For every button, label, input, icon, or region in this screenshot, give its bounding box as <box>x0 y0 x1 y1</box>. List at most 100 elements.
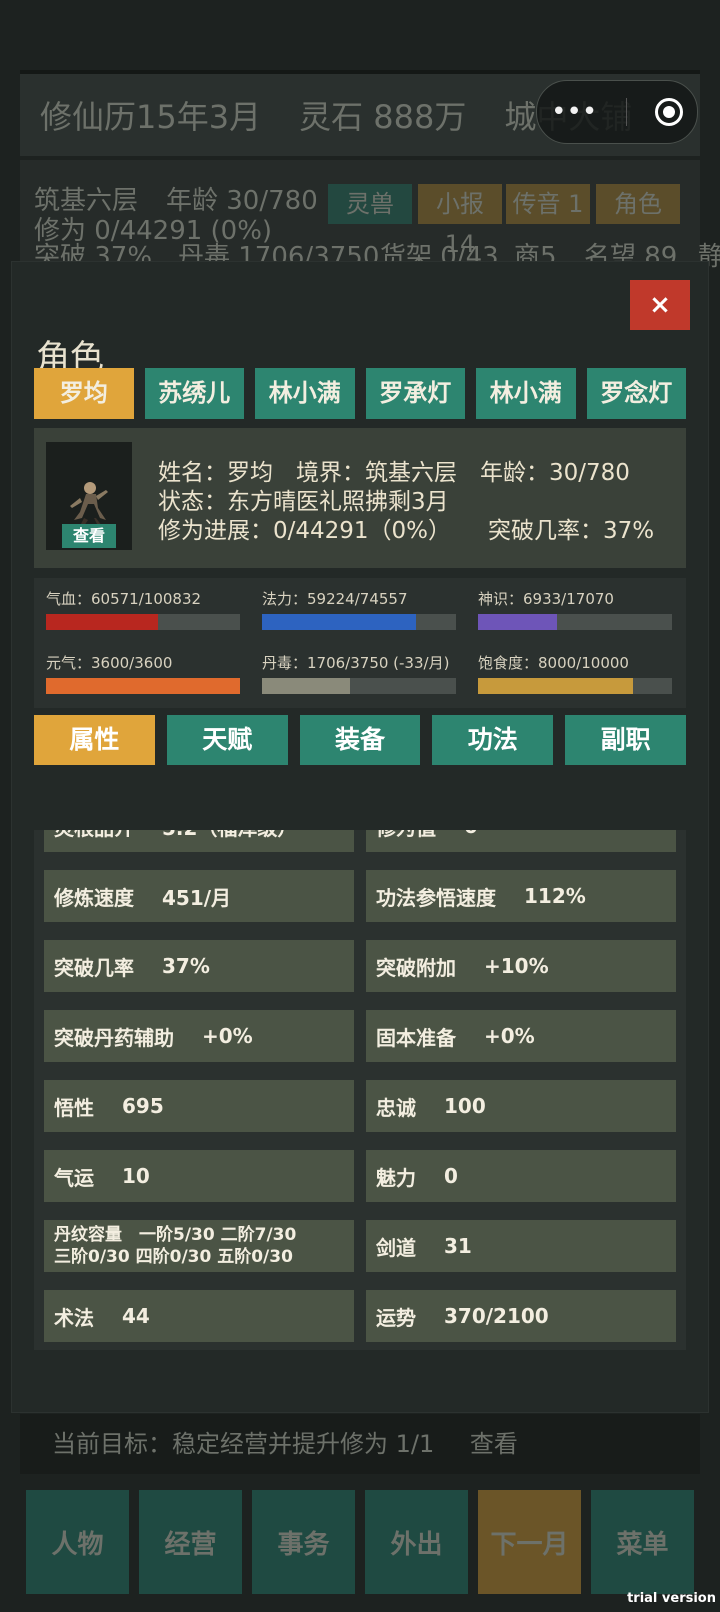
attribute-value: 100 <box>444 1094 486 1118</box>
trial-watermark: trial version <box>627 1591 716 1606</box>
character-tabs: 罗均 苏绣儿 林小满 罗承灯 林小满 罗念灯 <box>34 368 686 419</box>
attribute-cell: 突破几率 37% <box>44 940 354 992</box>
attribute-cell: 术法 44 <box>44 1290 354 1342</box>
attribute-value: 31 <box>444 1234 472 1258</box>
resource-bar-track <box>262 678 456 694</box>
close-button[interactable]: × <box>630 280 690 330</box>
attribute-row: 突破几率 37% 突破附加 +10% <box>34 934 686 996</box>
attribute-key: 灵根品介 <box>54 830 134 841</box>
character-tab-3[interactable]: 林小满 <box>255 368 355 419</box>
attribute-value: 5.2（福泽级） <box>162 830 297 841</box>
message-button[interactable]: 传音 1 <box>506 184 590 224</box>
goal-text: 当前目标：稳定经营并提升修为 1/1 <box>52 1430 435 1458</box>
attribute-key: 剑道 <box>376 1235 416 1260</box>
attribute-key: 功法参悟速度 <box>376 885 496 910</box>
attribute-key: 修炼速度 <box>54 885 134 910</box>
attribute-value: 451/月 <box>162 885 232 910</box>
attribute-cell: 突破丹药辅助 +0% <box>44 1010 354 1062</box>
attribute-row: 修炼速度 451/月 功法参悟速度 112% <box>34 864 686 926</box>
nav-affairs[interactable]: 事务 <box>252 1490 355 1594</box>
resource-bar-fill <box>478 678 633 694</box>
attribute-text: 三阶0/30 四阶0/30 五阶0/30 <box>54 1247 293 1267</box>
attribute-text: 丹纹容量 一阶5/30 二阶7/30 <box>54 1225 297 1245</box>
info-progress: 修为进展：0/44291（0%） <box>158 518 452 544</box>
attribute-value: +10% <box>484 954 549 978</box>
character-tab-6[interactable]: 罗念灯 <box>586 368 686 419</box>
resource-bar-label: 丹毒：1706/3750 (-33/月) <box>262 654 450 672</box>
capsule-divider <box>625 98 627 126</box>
nav-business[interactable]: 经营 <box>139 1490 242 1594</box>
beast-button[interactable]: 灵兽 <box>328 184 412 224</box>
sub-tabs: 属性 天赋 装备 功法 副职 <box>34 715 686 765</box>
attribute-value: 37% <box>162 954 210 978</box>
tab-techniques[interactable]: 功法 <box>432 715 554 765</box>
resource-bar-label: 元气：3600/3600 <box>46 654 173 672</box>
attribute-value: +0% <box>202 1024 253 1048</box>
attribute-value: 0 <box>444 1164 458 1188</box>
resource-bar-track <box>478 678 672 694</box>
goal-bar: 当前目标：稳定经营并提升修为 1/1 查看 <box>20 1414 700 1474</box>
attribute-key: 突破几率 <box>54 955 134 980</box>
tab-equipment[interactable]: 装备 <box>299 715 421 765</box>
attribute-key: 修为值 <box>376 830 436 841</box>
bottom-nav: 人物 经营 事务 外出 下一月 菜单 <box>26 1490 694 1594</box>
resource-bar-fill <box>262 614 416 630</box>
attribute-value: 112% <box>524 884 586 908</box>
nav-character[interactable]: 人物 <box>26 1490 129 1594</box>
attribute-key: 突破附加 <box>376 955 456 980</box>
attribute-value: 370/2100 <box>444 1304 549 1328</box>
resource-bar-track <box>46 678 240 694</box>
attribute-key: 忠诚 <box>376 1095 416 1120</box>
tab-attributes[interactable]: 属性 <box>34 715 155 765</box>
character-tab-1[interactable]: 罗均 <box>34 368 134 419</box>
attribute-key: 固本准备 <box>376 1025 456 1050</box>
attribute-key: 突破丹药辅助 <box>54 1025 174 1050</box>
resource-bar-label: 饱食度：8000/10000 <box>478 654 629 672</box>
attribute-cell: 丹纹容量 一阶5/30 二阶7/30 三阶0/30 四阶0/30 五阶0/30 <box>44 1220 354 1272</box>
character-tab-5[interactable]: 林小满 <box>476 368 576 419</box>
resource-bar-track <box>46 614 240 630</box>
resource-bar-fill <box>478 614 557 630</box>
mini-program-capsule: ••• <box>536 80 698 144</box>
character-tab-2[interactable]: 苏绣儿 <box>144 368 244 419</box>
view-portrait-button[interactable]: 查看 <box>62 524 116 548</box>
more-icon[interactable]: ••• <box>551 97 597 127</box>
attribute-cell: 剑道 31 <box>366 1220 676 1272</box>
goal-view-link[interactable]: 查看 <box>470 1430 518 1458</box>
spirit-stones: 灵石 888万 <box>299 98 467 136</box>
attribute-row: 突破丹药辅助 +0% 固本准备 +0% <box>34 1004 686 1066</box>
attribute-key: 悟性 <box>54 1095 94 1120</box>
character-tab-4[interactable]: 罗承灯 <box>365 368 465 419</box>
attribute-key: 术法 <box>54 1305 94 1330</box>
attribute-row: 丹纹容量 一阶5/30 二阶7/30 三阶0/30 四阶0/30 五阶0/30 剑道… <box>34 1214 686 1276</box>
attribute-cell: 运势 370/2100 <box>366 1290 676 1342</box>
resource-bar-label: 神识：6933/17070 <box>478 590 614 608</box>
attribute-key: 气运 <box>54 1165 94 1190</box>
attribute-value: 0 <box>464 830 478 838</box>
game-date: 修仙历15年3月 <box>40 98 262 136</box>
news-button[interactable]: 小报 14 <box>418 184 502 258</box>
attribute-value: +0% <box>484 1024 535 1048</box>
tab-talents[interactable]: 天赋 <box>166 715 288 765</box>
attributes-list[interactable]: 灵根品介 5.2（福泽级） 修为值 0 修炼速度 451/月 功法参悟速度 112% 突破几率 3… <box>34 830 686 1350</box>
nav-outing[interactable]: 外出 <box>365 1490 468 1594</box>
attribute-value: 695 <box>122 1094 164 1118</box>
attribute-key: 魅力 <box>376 1165 416 1190</box>
resource-bar-label: 气血：60571/100832 <box>46 590 202 608</box>
resource-bar-fill <box>262 678 350 694</box>
resource-bar-label: 法力：59224/74557 <box>262 590 408 608</box>
role-button[interactable]: 角色 <box>596 184 680 224</box>
attribute-cell: 功法参悟速度 112% <box>366 870 676 922</box>
attribute-value: 10 <box>122 1164 150 1188</box>
attribute-cell: 修为值 0 <box>366 830 676 852</box>
nav-menu[interactable]: 菜单 <box>591 1490 694 1594</box>
tab-side-jobs[interactable]: 副职 <box>565 715 686 765</box>
attribute-cell: 修炼速度 451/月 <box>44 870 354 922</box>
nav-next-month[interactable]: 下一月 <box>478 1490 581 1594</box>
attribute-row: 气运 10 魅力 0 <box>34 1144 686 1206</box>
attribute-cell: 灵根品介 5.2（福泽级） <box>44 830 354 852</box>
resource-bar-track <box>478 614 672 630</box>
close-miniprogram-icon[interactable] <box>654 98 683 126</box>
resource-bar-fill <box>46 678 240 694</box>
attribute-cell: 固本准备 +0% <box>366 1010 676 1062</box>
